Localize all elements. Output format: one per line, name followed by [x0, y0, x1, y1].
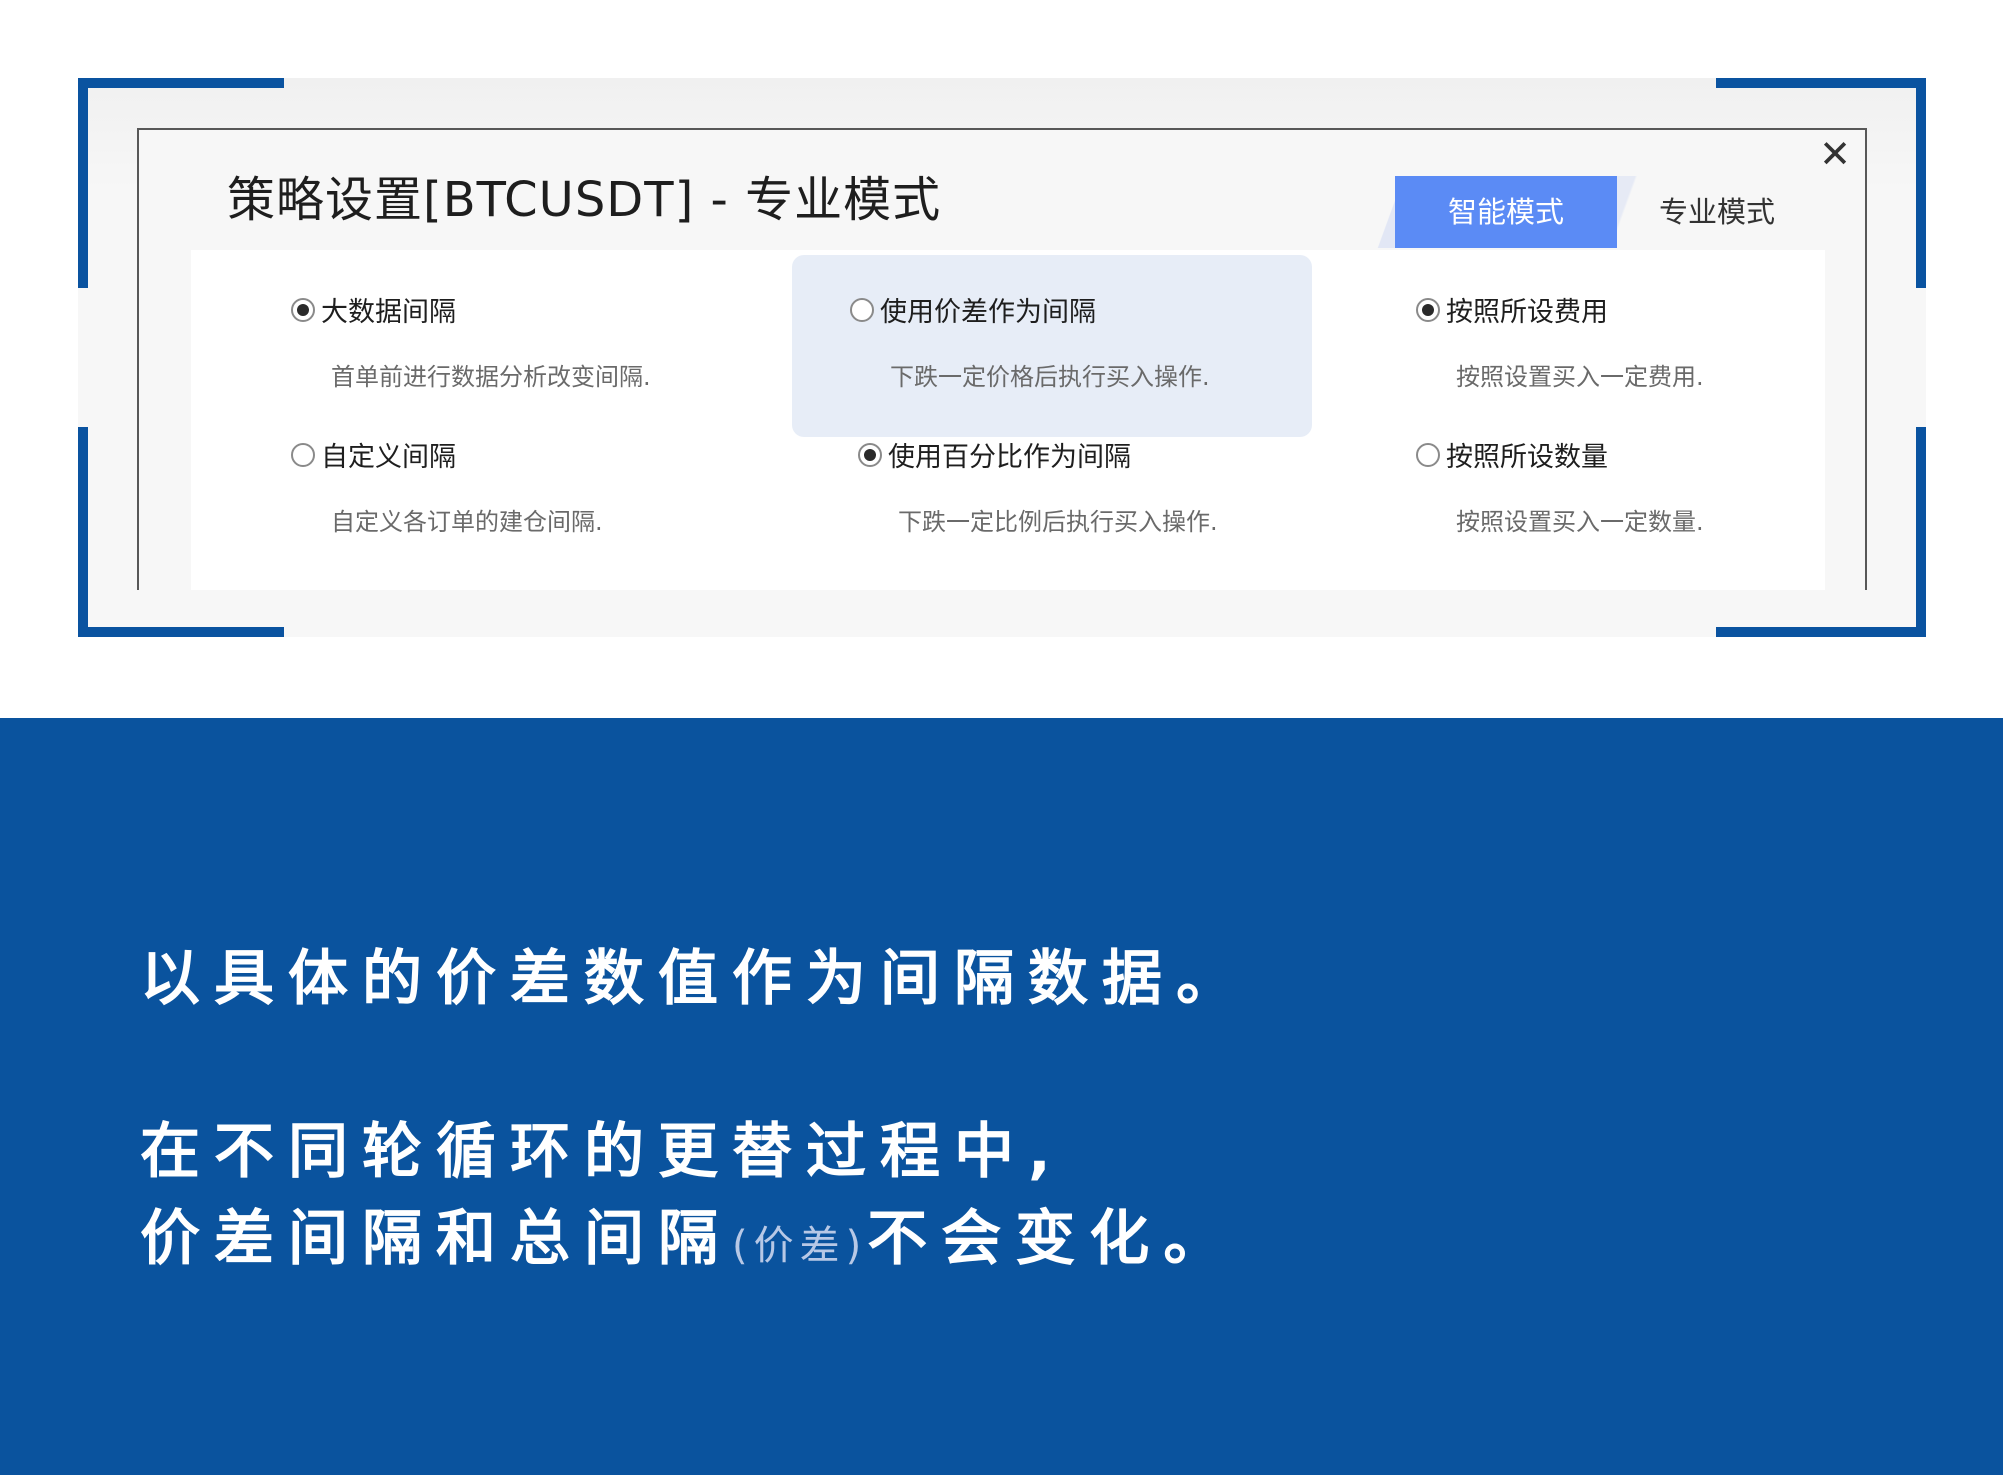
radio-unchecked-icon[interactable] — [1416, 442, 1440, 467]
caption-line-3: 价差间隔和总间隔(价差)不会变化。 — [140, 1190, 1237, 1277]
option-label: 自定义间隔 — [321, 442, 456, 473]
option-label: 按照所设费用 — [1446, 297, 1608, 328]
option-description: 按照设置买入一定费用. — [1456, 363, 1704, 391]
option-custom-interval[interactable]: 自定义间隔 自定义各订单的建仓间隔. — [191, 395, 711, 536]
close-icon[interactable]: ✕ — [1815, 134, 1855, 174]
strategy-settings-dialog: 策略设置[BTCUSDT] - 专业模式 ✕ 智能模式 专业模式 大数据间隔 首… — [137, 128, 1867, 590]
radio-unchecked-icon[interactable] — [291, 442, 315, 467]
option-description: 首单前进行数据分析改变间隔. — [331, 363, 651, 391]
radio-checked-icon[interactable] — [291, 297, 315, 322]
mode-tabs: 智能模式 专业模式 — [1365, 176, 1825, 248]
caption-line-3-aside: (价差) — [732, 1223, 868, 1269]
caption-line-3-end: 不会变化。 — [867, 1204, 1238, 1274]
option-by-quantity[interactable]: 按照所设数量 按照设置买入一定数量. — [1316, 395, 1836, 536]
interval-options-panel: 大数据间隔 首单前进行数据分析改变间隔. 使用价差作为间隔 下跌一定价格后执行买… — [191, 250, 1825, 590]
option-big-data-interval[interactable]: 大数据间隔 首单前进行数据分析改变间隔. — [191, 250, 711, 391]
option-label: 按照所设数量 — [1446, 442, 1608, 473]
caption-line-3-main: 价差间隔和总间隔 — [140, 1204, 732, 1274]
radio-checked-icon[interactable] — [1416, 297, 1440, 322]
option-description: 按照设置买入一定数量. — [1456, 508, 1704, 536]
caption-band: 以具体的价差数值作为间隔数据。 在不同轮循环的更替过程中, 价差间隔和总间隔(价… — [0, 718, 2003, 1475]
radio-checked-icon[interactable] — [858, 442, 882, 467]
tab-smart-mode[interactable]: 智能模式 — [1395, 176, 1617, 248]
option-by-fee[interactable]: 按照所设费用 按照设置买入一定费用. — [1316, 250, 1836, 391]
option-description: 下跌一定价格后执行买入操作. — [890, 363, 1210, 391]
option-description: 自定义各订单的建仓间隔. — [331, 508, 603, 536]
option-label: 使用百分比作为间隔 — [888, 442, 1131, 473]
tab-pro-mode[interactable]: 专业模式 — [1617, 176, 1817, 248]
option-label: 使用价差作为间隔 — [880, 297, 1096, 328]
option-percent-interval[interactable]: 使用百分比作为间隔 下跌一定比例后执行买入操作. — [758, 395, 1278, 536]
dialog-title: 策略设置[BTCUSDT] - 专业模式 — [227, 172, 942, 228]
caption-line-1: 以具体的价差数值作为间隔数据。 — [140, 944, 1250, 1014]
option-label: 大数据间隔 — [321, 297, 456, 328]
radio-unchecked-icon[interactable] — [850, 297, 874, 322]
option-description: 下跌一定比例后执行买入操作. — [898, 508, 1218, 536]
caption-line-2: 在不同轮循环的更替过程中, — [140, 1117, 1065, 1187]
